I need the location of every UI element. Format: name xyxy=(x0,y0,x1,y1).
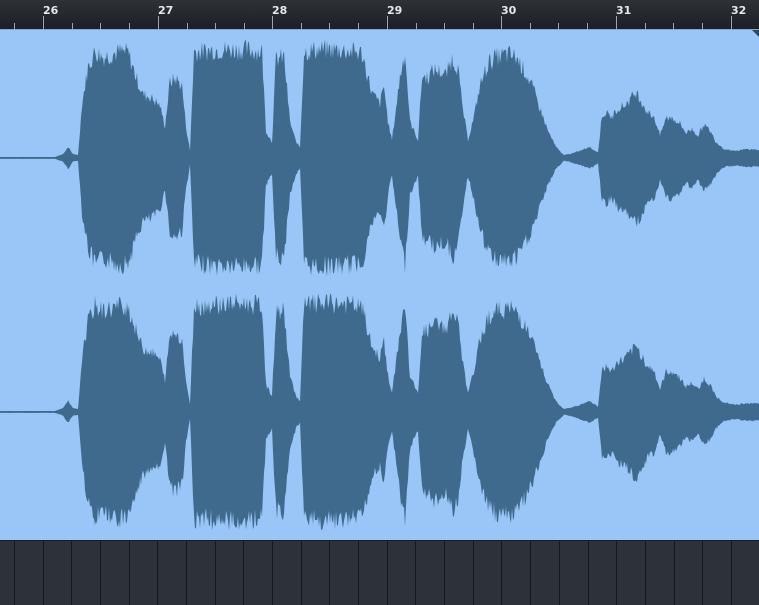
lane-grid-line xyxy=(530,541,531,605)
lane-grid-line xyxy=(387,541,388,605)
lane-grid-line xyxy=(444,541,445,605)
ruler-bar-label: 32 xyxy=(731,4,747,17)
lane-grid-line xyxy=(358,541,359,605)
ruler-tick xyxy=(43,16,44,29)
lane-grid-line xyxy=(645,541,646,605)
lane-grid-line xyxy=(501,541,502,605)
waveform-channel-right xyxy=(0,293,759,531)
waveform-channel-left xyxy=(0,39,759,277)
lane-grid-line xyxy=(14,541,15,605)
lane-grid-line xyxy=(674,541,675,605)
lane-grid-line xyxy=(186,541,187,605)
ruler-bar-label: 28 xyxy=(272,4,288,17)
ruler-bar-label: 31 xyxy=(616,4,632,17)
ruler-bar-label: 26 xyxy=(43,4,59,17)
lane-grid-line xyxy=(157,541,158,605)
ruler-tick xyxy=(616,16,617,29)
event-corner-marker-icon xyxy=(752,30,759,37)
audio-event[interactable] xyxy=(0,29,759,541)
lane-grid-line xyxy=(71,541,72,605)
lane-grid-line xyxy=(301,541,302,605)
timeline-ruler[interactable]: 26 27 28 29 30 31 32 xyxy=(0,0,759,30)
lane-grid-line xyxy=(702,541,703,605)
lane-grid-line xyxy=(616,541,617,605)
track-lanes[interactable] xyxy=(0,540,759,605)
lane-grid-line xyxy=(329,541,330,605)
ruler-bar-label: 30 xyxy=(501,4,517,17)
lane-grid-line xyxy=(415,541,416,605)
ruler-bar-label: 29 xyxy=(387,4,403,17)
lane-grid-line xyxy=(272,541,273,605)
ruler-bar-label: 27 xyxy=(158,4,174,17)
lane-grid-line xyxy=(559,541,560,605)
ruler-tick xyxy=(272,16,273,29)
editor-window: 26 27 28 29 30 31 32 xyxy=(0,0,759,605)
lane-grid-line xyxy=(588,541,589,605)
lane-grid-line xyxy=(473,541,474,605)
lane-grid-line xyxy=(215,541,216,605)
waveform-display xyxy=(0,30,759,531)
ruler-tick xyxy=(731,16,732,29)
lane-grid-line xyxy=(100,541,101,605)
ruler-tick xyxy=(387,16,388,29)
lane-grid-line xyxy=(731,541,732,605)
lane-grid-line xyxy=(243,541,244,605)
ruler-tick xyxy=(158,16,159,29)
ruler-tick xyxy=(501,16,502,29)
lane-grid-line xyxy=(129,541,130,605)
lane-grid-line xyxy=(43,541,44,605)
